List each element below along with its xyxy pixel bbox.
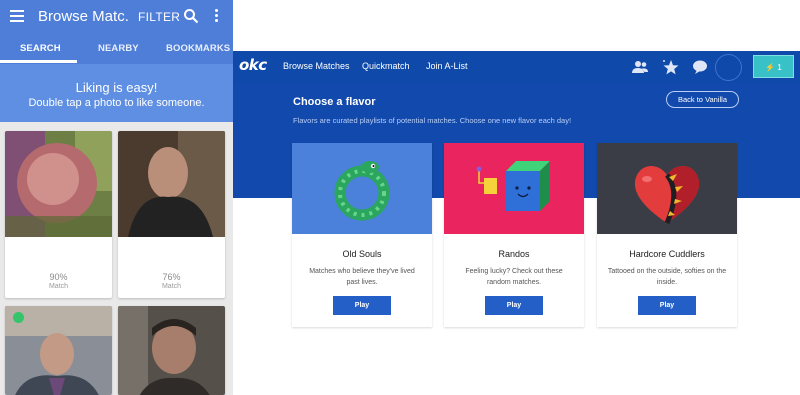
randos-illustration [444,143,584,234]
match-card[interactable] [118,306,225,395]
hardcore-cuddlers-illustration [597,143,737,234]
tab-search[interactable]: SEARCH [20,43,61,54]
flavor-card: Old Souls Matches who believe they've li… [292,143,432,327]
match-card[interactable]: 76% Match [118,131,225,298]
match-card[interactable]: 90% Match [5,131,112,298]
nav-quickmatch[interactable]: Quickmatch [362,61,410,71]
avatar[interactable] [715,54,742,81]
mobile-app-bar: Browse Matc... FILTER [0,0,233,33]
profile-photo[interactable] [118,131,225,237]
flavor-card: Hardcore Cuddlers Tattooed on the outsid… [597,143,737,327]
flavor-title: Old Souls [342,249,382,259]
match-card[interactable] [5,306,112,395]
match-label: Match [48,283,69,290]
okc-logo[interactable]: okc [239,56,267,74]
active-tab-indicator [0,60,77,63]
flavor-title: Randos [498,249,530,259]
flavor-title: Hardcore Cuddlers [629,249,705,259]
more-options-icon[interactable] [213,9,219,23]
banner-subtext: Double tap a photo to like someone. [28,97,205,109]
page-subtitle: Flavors are curated playlists of potenti… [293,116,572,125]
mobile-app: Browse Matc... FILTER SEARCH NEARBY BOOK… [0,0,233,395]
like-tip-banner: Liking is easy! Double tap a photo to li… [0,64,233,122]
star-icon[interactable] [661,58,679,76]
match-percent: 90% [49,272,68,282]
back-to-vanilla-button[interactable]: Back to Vanilla [666,91,739,108]
nav-join-a-list[interactable]: Join A-List [426,61,468,71]
flavor-card: Randos Feeling lucky? Check out these ra… [444,143,584,327]
flavor-description: Tattooed on the outside, softies on the … [607,268,727,286]
page-title: Choose a flavor [293,96,376,108]
banner-headline: Liking is easy! [75,80,158,95]
web-app: okc Browse Matches Quickmatch Join A-Lis… [233,51,800,395]
play-button[interactable]: Play [638,296,696,315]
match-percent: 76% [162,272,181,282]
top-navigation: okc Browse Matches Quickmatch Join A-Lis… [233,51,800,83]
people-icon[interactable] [631,58,649,76]
flavor-description: Feeling lucky? Check out these random ma… [465,268,563,286]
play-button[interactable]: Play [485,296,543,315]
boost-button[interactable]: ⚡ 1 [753,55,794,78]
tab-bookmarks[interactable]: BOOKMARKS [166,43,230,54]
tab-nearby[interactable]: NEARBY [98,43,139,54]
boost-count: 1 [777,63,782,72]
online-status-dot [13,312,24,323]
lightning-icon: ⚡ [765,63,776,72]
old-souls-illustration [292,143,432,234]
profile-photo[interactable] [118,306,225,395]
menu-icon[interactable] [10,10,24,22]
filter-button[interactable]: FILTER [138,10,180,24]
nav-browse-matches[interactable]: Browse Matches [283,61,350,71]
flavor-description: Matches who believe they've lived past l… [309,268,415,286]
profile-photo[interactable] [5,131,112,237]
chat-icon[interactable] [691,58,709,76]
page-title: Browse Matc... [38,8,130,25]
play-button[interactable]: Play [333,296,391,315]
search-icon[interactable] [183,8,199,24]
match-label: Match [161,283,182,290]
